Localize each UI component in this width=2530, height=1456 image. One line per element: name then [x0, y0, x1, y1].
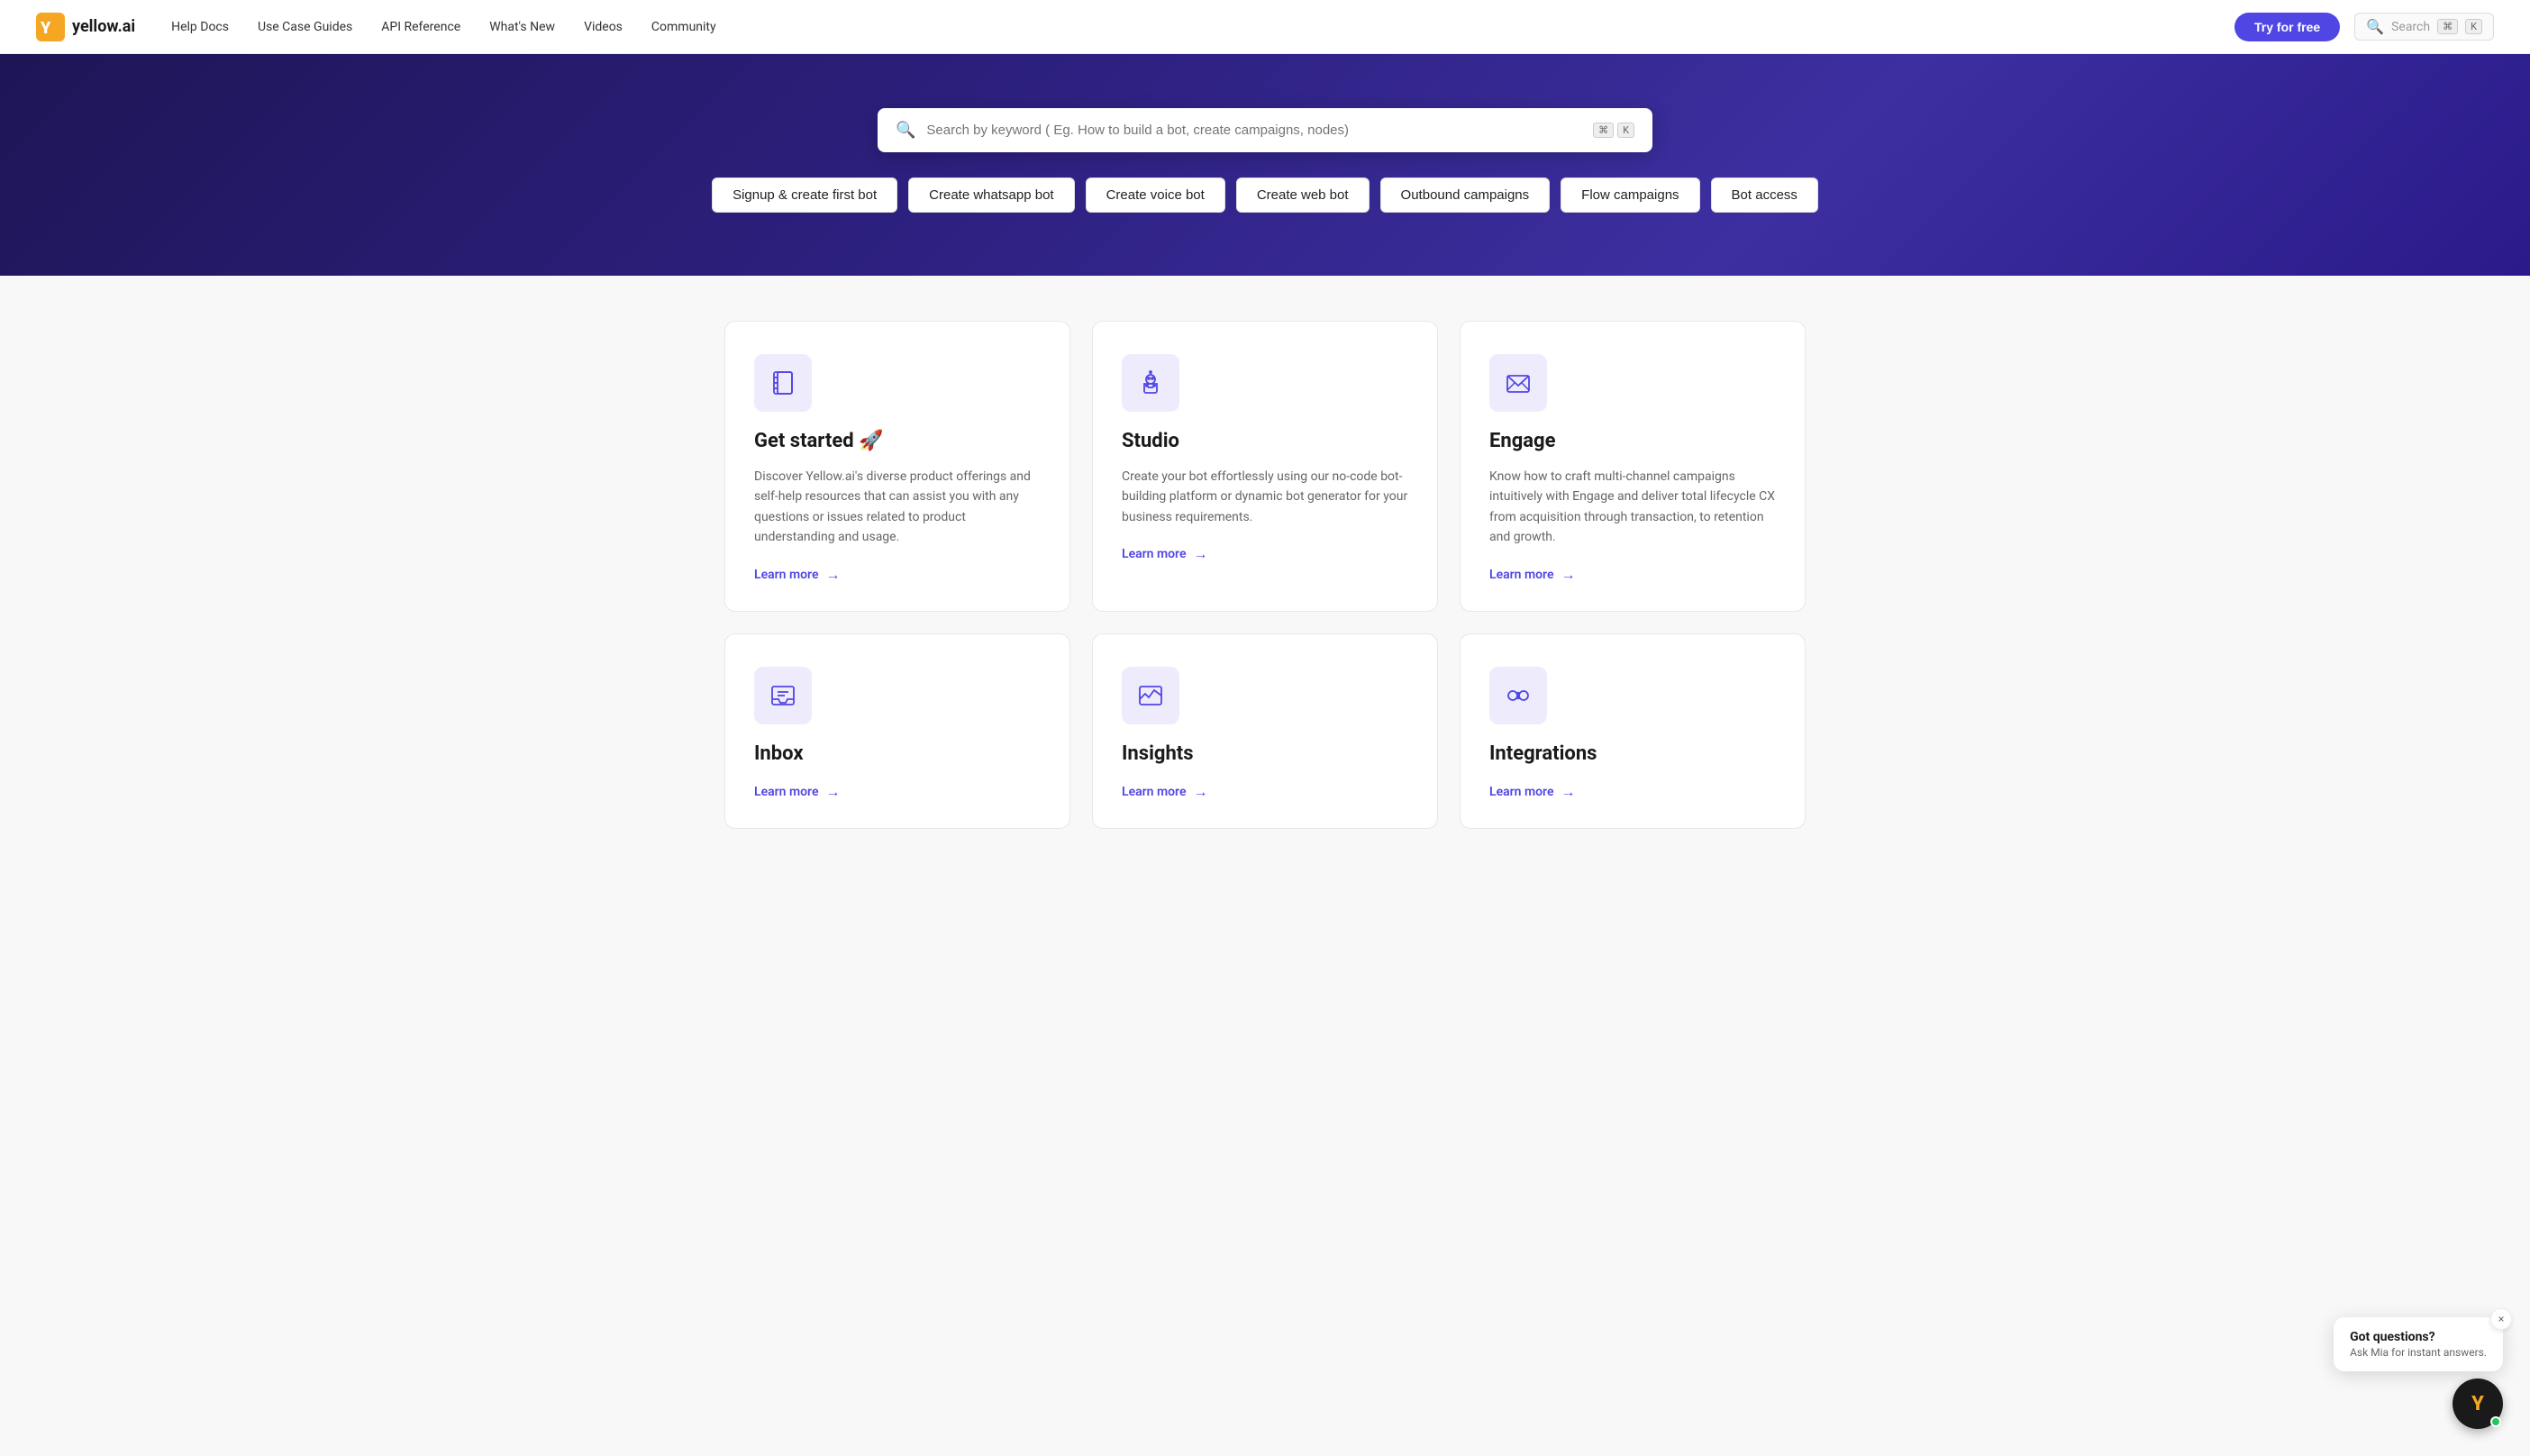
arrow-icon: →	[1193, 783, 1207, 801]
card-studio-desc: Create your bot effortlessly using our n…	[1122, 467, 1408, 527]
try-for-free-button[interactable]: Try for free	[2234, 13, 2340, 41]
nav-links: Help Docs Use Case Guides API Reference …	[171, 20, 2234, 34]
hero-search-kbds: ⌘ K	[1593, 123, 1634, 138]
search-icon: 🔍	[2366, 18, 2384, 35]
card-inbox-title: Inbox	[754, 742, 1041, 765]
arrow-icon: →	[1561, 566, 1575, 584]
integrations-icon	[1504, 681, 1533, 710]
hero-kbd-cmd: ⌘	[1593, 123, 1614, 138]
card-engage-desc: Know how to craft multi-channel campaign…	[1489, 467, 1776, 548]
nav-right: Try for free 🔍 Search ⌘ K	[2234, 13, 2494, 41]
nav-community[interactable]: Community	[651, 20, 716, 34]
studio-icon-wrap	[1122, 354, 1179, 412]
chat-bubble-subtitle: Ask Mia for instant answers.	[2350, 1346, 2487, 1359]
logo-icon: Y	[36, 13, 65, 41]
card-get-started-title: Get started 🚀	[754, 430, 1041, 452]
insights-icon	[1136, 681, 1165, 710]
card-studio-title: Studio	[1122, 430, 1408, 452]
card-insights: Insights Learn more →	[1092, 633, 1438, 829]
card-studio-link[interactable]: Learn more →	[1122, 545, 1408, 563]
card-get-started-desc: Discover Yellow.ai's diverse product off…	[754, 467, 1041, 548]
card-integrations-link[interactable]: Learn more →	[1489, 783, 1776, 801]
logo[interactable]: Y yellow.ai	[36, 13, 135, 41]
card-integrations: Integrations Learn more →	[1460, 633, 1806, 829]
inbox-icon	[769, 681, 797, 710]
integrations-icon-wrap	[1489, 667, 1547, 724]
hero-search-icon: 🔍	[896, 121, 915, 140]
card-insights-title: Insights	[1122, 742, 1408, 765]
nav-api-reference[interactable]: API Reference	[381, 20, 460, 34]
nav-use-case-guides[interactable]: Use Case Guides	[258, 20, 352, 34]
card-inbox-link[interactable]: Learn more →	[754, 783, 1041, 801]
chat-bubble-title: Got questions?	[2350, 1330, 2487, 1344]
kbd-k: K	[2465, 19, 2482, 34]
card-insights-link[interactable]: Learn more →	[1122, 783, 1408, 801]
notebook-icon	[769, 369, 797, 397]
hero-section: 🔍 ⌘ K Signup & create first bot Create w…	[0, 54, 2530, 276]
nav-search-box[interactable]: 🔍 Search ⌘ K	[2354, 13, 2494, 41]
nav-help-docs[interactable]: Help Docs	[171, 20, 229, 34]
nav-whats-new[interactable]: What's New	[489, 20, 555, 34]
card-engage: Engage Know how to craft multi-channel c…	[1460, 321, 1806, 612]
nav-videos[interactable]: Videos	[584, 20, 623, 34]
chat-bubble: Got questions? Ask Mia for instant answe…	[2334, 1317, 2503, 1371]
chat-avatar[interactable]: Y	[2453, 1379, 2503, 1429]
tag-bot-access[interactable]: Bot access	[1711, 177, 1818, 213]
tag-whatsapp-bot[interactable]: Create whatsapp bot	[908, 177, 1074, 213]
chat-close-button[interactable]: ×	[2490, 1308, 2512, 1330]
inbox-icon-wrap	[754, 667, 812, 724]
kbd-cmd: ⌘	[2437, 19, 2458, 34]
chat-bubble-wrap: × Got questions? Ask Mia for instant ans…	[2334, 1317, 2503, 1371]
get-started-icon-wrap	[754, 354, 812, 412]
engage-icon	[1504, 369, 1533, 397]
card-engage-title: Engage	[1489, 430, 1776, 452]
tag-signup[interactable]: Signup & create first bot	[712, 177, 897, 213]
chat-online-dot	[2490, 1416, 2501, 1427]
arrow-icon: →	[1193, 545, 1207, 563]
engage-icon-wrap	[1489, 354, 1547, 412]
card-engage-link[interactable]: Learn more →	[1489, 566, 1776, 584]
robot-icon	[1136, 369, 1165, 397]
svg-text:Y: Y	[40, 19, 51, 38]
tag-web-bot[interactable]: Create web bot	[1236, 177, 1370, 213]
card-get-started-link[interactable]: Learn more →	[754, 566, 1041, 584]
hero-search-input[interactable]	[926, 123, 1582, 138]
arrow-icon: →	[825, 566, 840, 584]
chat-avatar-letter: Y	[2471, 1393, 2484, 1415]
logo-text: yellow.ai	[72, 17, 135, 36]
card-studio: Studio Create your bot effortlessly usin…	[1092, 321, 1438, 612]
hero-search-wrap[interactable]: 🔍 ⌘ K	[878, 108, 1652, 152]
navbar: Y yellow.ai Help Docs Use Case Guides AP…	[0, 0, 2530, 54]
tag-outbound-campaigns[interactable]: Outbound campaigns	[1380, 177, 1551, 213]
arrow-icon: →	[1561, 783, 1575, 801]
tag-flow-campaigns[interactable]: Flow campaigns	[1561, 177, 1699, 213]
hero-kbd-k: K	[1617, 123, 1634, 138]
card-get-started: Get started 🚀 Discover Yellow.ai's diver…	[724, 321, 1070, 612]
chat-widget: × Got questions? Ask Mia for instant ans…	[2334, 1317, 2503, 1429]
cards-grid: Get started 🚀 Discover Yellow.ai's diver…	[724, 321, 1806, 829]
card-integrations-title: Integrations	[1489, 742, 1776, 765]
hero-tags: Signup & create first bot Create whatsap…	[712, 177, 1818, 213]
insights-icon-wrap	[1122, 667, 1179, 724]
nav-search-label: Search	[2391, 20, 2430, 34]
arrow-icon: →	[825, 783, 840, 801]
tag-voice-bot[interactable]: Create voice bot	[1086, 177, 1225, 213]
card-inbox: Inbox Learn more →	[724, 633, 1070, 829]
cards-section: Get started 🚀 Discover Yellow.ai's diver…	[0, 276, 2530, 874]
